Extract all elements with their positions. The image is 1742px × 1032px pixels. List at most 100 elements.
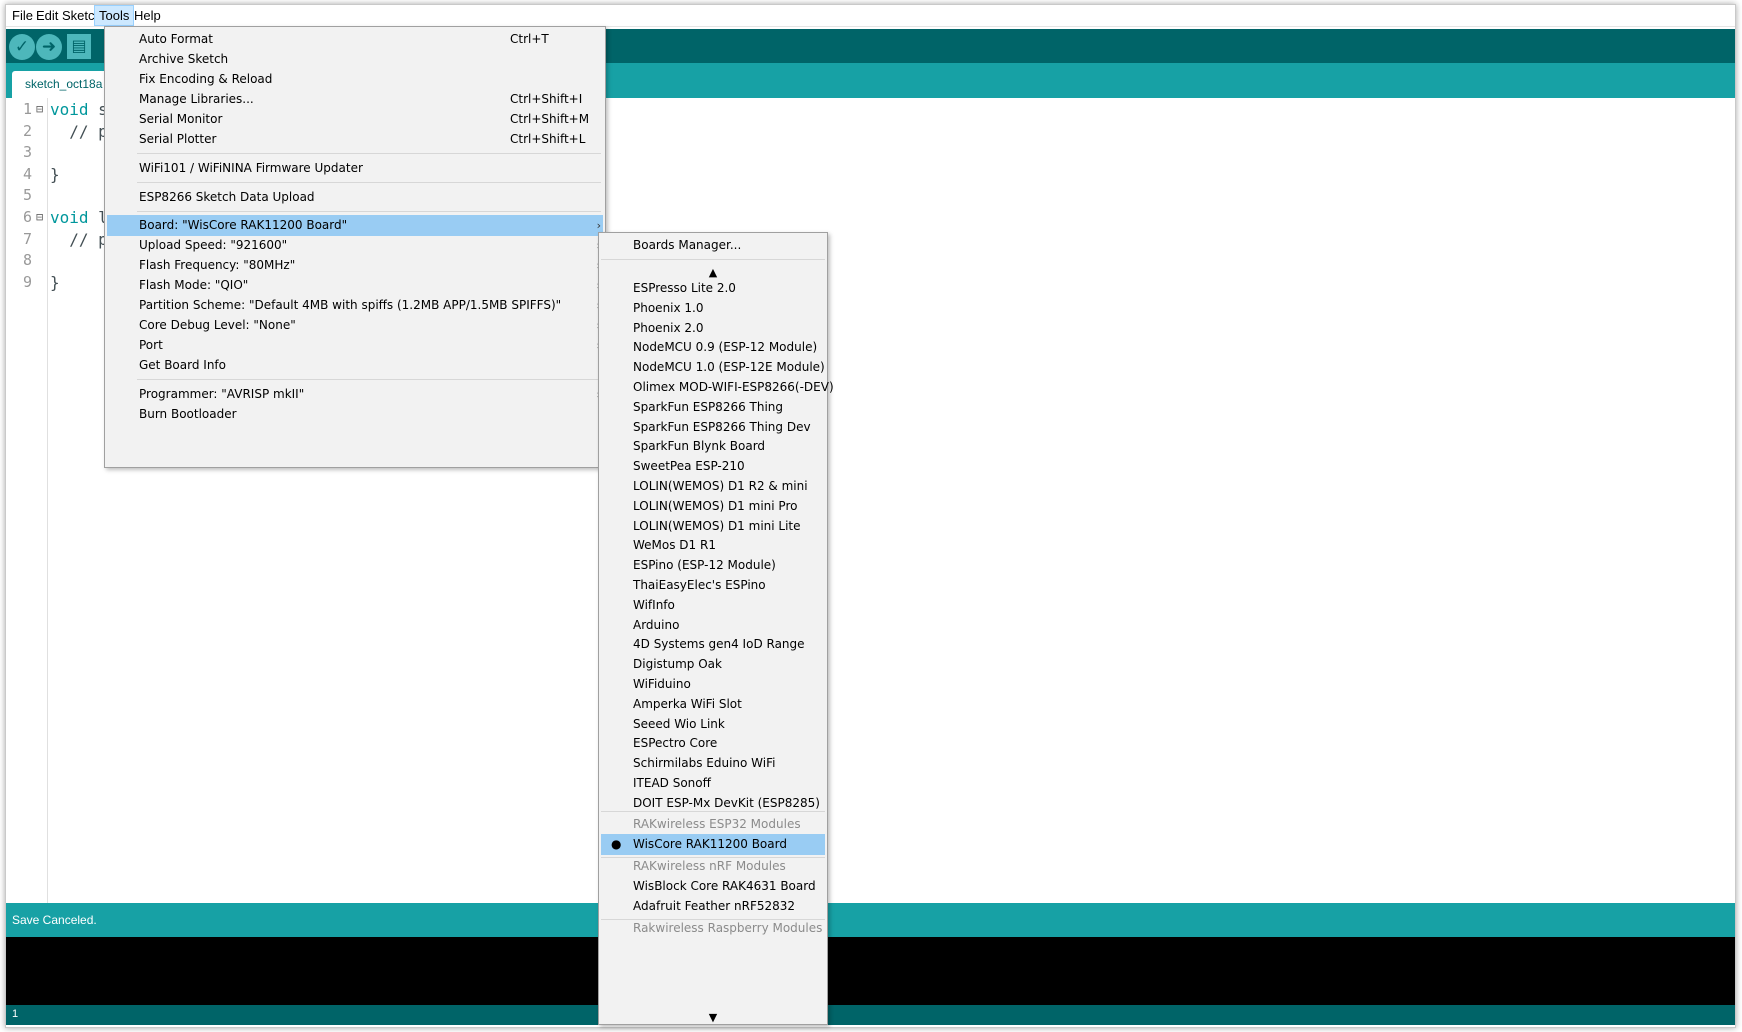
menu-item-board[interactable]: ThaiEasyElec's ESPino xyxy=(601,575,825,596)
menu-item-board[interactable]: 4D Systems gen4 IoD Range xyxy=(601,634,825,655)
group-header-esp32: RAKwireless ESP32 Modules xyxy=(633,817,801,831)
code-line: void l xyxy=(50,208,108,227)
shortcut-label: Ctrl+Shift+M xyxy=(510,112,590,126)
menu-item-board[interactable]: Digistump Oak xyxy=(601,654,825,675)
menu-item-port[interactable]: Port› xyxy=(107,335,603,356)
status-bar: Save Canceled. xyxy=(6,903,1735,937)
menu-item-board[interactable]: ITEAD Sonoff xyxy=(601,773,825,794)
fold-icon[interactable]: ⊟ xyxy=(36,210,43,224)
menu-item-board[interactable]: WeMos D1 R1 xyxy=(601,535,825,556)
menu-item-label: Serial Monitor xyxy=(139,112,223,126)
menu-item-core-debug-level[interactable]: Core Debug Level: "None"› xyxy=(107,315,603,336)
code-line: // p xyxy=(50,122,108,141)
menu-item-label: Board: "WisCore RAK11200 Board" xyxy=(139,218,348,232)
menu-item-label: Flash Mode: "QIO" xyxy=(139,278,249,292)
code-line: // p xyxy=(50,230,108,249)
menu-item-board[interactable]: Adafruit Feather nRF52832 xyxy=(601,896,825,917)
menu-item-auto-format[interactable]: Auto Format Ctrl+T xyxy=(107,29,603,50)
menu-item-label: Get Board Info xyxy=(139,358,226,372)
menu-item-selected-board[interactable]: ● WisCore RAK11200 Board xyxy=(601,834,825,855)
menu-separator xyxy=(137,379,601,380)
upload-button[interactable]: ➜ xyxy=(36,34,62,60)
fold-icon[interactable]: ⊟ xyxy=(36,102,43,116)
menu-item-label: Serial Plotter xyxy=(139,132,217,146)
menu-item-board[interactable]: NodeMCU 0.9 (ESP-12 Module) xyxy=(601,337,825,358)
footer-bar: 1 xyxy=(6,1005,1735,1025)
menu-item-board[interactable]: Schirmilabs Eduino WiFi xyxy=(601,753,825,774)
status-message: Save Canceled. xyxy=(12,913,97,927)
menu-item-boards-manager[interactable]: Boards Manager... xyxy=(601,235,825,256)
menu-item-fix-encoding[interactable]: Fix Encoding & Reload xyxy=(107,69,603,90)
menu-item-board[interactable]: Seeed Wio Link xyxy=(601,714,825,735)
menu-item-label: WiFi101 / WiFiNINA Firmware Updater xyxy=(139,161,363,175)
line-number: 9 xyxy=(23,272,33,291)
menu-item-board[interactable]: Amperka WiFi Slot xyxy=(601,694,825,715)
menu-item-partition-scheme[interactable]: Partition Scheme: "Default 4MB with spif… xyxy=(107,295,603,316)
menu-item-label: Burn Bootloader xyxy=(139,407,237,421)
console-output xyxy=(6,937,1735,1005)
group-header-raspberry: Rakwireless Raspberry Modules xyxy=(633,921,823,935)
menu-item-board[interactable]: Phoenix 1.0 xyxy=(601,298,825,319)
menu-item-board[interactable]: LOLIN(WEMOS) D1 R2 & mini xyxy=(601,476,825,497)
code-text: } xyxy=(50,272,60,292)
menu-item-board[interactable]: Arduino xyxy=(601,615,825,636)
menu-tools[interactable]: Tools xyxy=(94,5,135,26)
menu-item-label: Core Debug Level: "None" xyxy=(139,318,296,332)
verify-button[interactable]: ✓ xyxy=(9,34,35,60)
menu-item-board[interactable]: SparkFun ESP8266 Thing Dev xyxy=(601,417,825,438)
arduino-ide-window: File Edit Sketch Tools Help ✓ ➜ ▤ sketch… xyxy=(0,0,1742,1032)
new-button[interactable]: ▤ xyxy=(67,34,91,59)
scroll-down-arrow-icon[interactable]: ▼ xyxy=(599,1011,827,1024)
shortcut-label: Ctrl+T xyxy=(510,32,549,46)
menu-item-board[interactable]: LOLIN(WEMOS) D1 mini Lite xyxy=(601,516,825,537)
menu-item-label: Upload Speed: "921600" xyxy=(139,238,288,252)
menu-item-board[interactable]: SparkFun Blynk Board xyxy=(601,436,825,457)
menu-separator xyxy=(137,211,601,212)
menu-help[interactable]: Help xyxy=(130,6,165,25)
board-submenu: Boards Manager... ▲ ESPresso Lite 2.0 Pho… xyxy=(598,232,834,1025)
menu-item-board[interactable]: ESPino (ESP-12 Module) xyxy=(601,555,825,576)
code-keyword: void xyxy=(50,208,89,227)
menu-item-label: Fix Encoding & Reload xyxy=(139,72,273,86)
check-icon: ✓ xyxy=(14,37,30,56)
menu-item-flash-frequency[interactable]: Flash Frequency: "80MHz"› xyxy=(107,255,603,276)
menu-separator xyxy=(137,153,601,154)
menu-item-flash-mode[interactable]: Flash Mode: "QIO"› xyxy=(107,275,603,296)
menu-item-board[interactable]: ESPresso Lite 2.0 xyxy=(601,278,825,299)
menu-item-label: Partition Scheme: "Default 4MB with spif… xyxy=(139,298,562,312)
menu-item-board[interactable]: Olimex MOD-WIFI-ESP8266(-DEV) xyxy=(601,377,834,398)
board-label: WisCore RAK11200 Board xyxy=(633,837,787,851)
menu-item-label: Auto Format xyxy=(139,32,213,46)
menu-item-get-board-info[interactable]: Get Board Info xyxy=(107,355,603,376)
menu-item-archive-sketch[interactable]: Archive Sketch xyxy=(107,49,603,70)
menu-item-board[interactable]: SweetPea ESP-210 xyxy=(601,456,825,477)
line-number: 2 xyxy=(23,121,33,140)
menu-item-programmer[interactable]: Programmer: "AVRISP mkII"› xyxy=(107,384,603,405)
group-header-nrf: RAKwireless nRF Modules xyxy=(633,859,786,873)
menu-item-board[interactable]: WifInfo xyxy=(601,595,825,616)
menu-item-board[interactable]: Phoenix 2.0 xyxy=(601,318,825,339)
menu-item-board[interactable]: WiFiduino xyxy=(601,674,825,695)
menu-item-upload-speed[interactable]: Upload Speed: "921600"› xyxy=(107,235,603,256)
shortcut-label: Ctrl+Shift+I xyxy=(510,92,583,106)
menu-item-board[interactable]: WisBlock Core RAK4631 Board xyxy=(601,876,825,897)
menu-item-label: Manage Libraries... xyxy=(139,92,254,106)
menu-item-serial-monitor[interactable]: Serial Monitor Ctrl+Shift+M xyxy=(107,109,603,130)
menu-item-board[interactable]: NodeMCU 1.0 (ESP-12E Module) xyxy=(601,357,825,378)
menu-item-burn-bootloader[interactable]: Burn Bootloader xyxy=(107,404,603,425)
menu-item-board[interactable]: LOLIN(WEMOS) D1 mini Pro xyxy=(601,496,825,517)
menu-item-serial-plotter[interactable]: Serial Plotter Ctrl+Shift+L xyxy=(107,129,603,150)
line-number: 8 xyxy=(23,251,33,270)
line-number: 5 xyxy=(23,186,33,205)
tab-sketch[interactable]: sketch_oct18a xyxy=(12,71,112,98)
new-file-icon: ▤ xyxy=(71,38,87,55)
menu-item-firmware-updater[interactable]: WiFi101 / WiFiNINA Firmware Updater xyxy=(107,158,603,179)
menu-item-board[interactable]: Board: "WisCore RAK11200 Board" › xyxy=(107,215,603,236)
code-line: } xyxy=(50,165,60,184)
menu-item-label: Archive Sketch xyxy=(139,52,229,66)
menu-item-board[interactable]: ESPectro Core xyxy=(601,733,825,754)
menu-item-manage-libraries[interactable]: Manage Libraries... Ctrl+Shift+I xyxy=(107,89,603,110)
line-number: 4 xyxy=(23,164,33,183)
menu-item-board[interactable]: SparkFun ESP8266 Thing xyxy=(601,397,825,418)
menu-item-esp8266-data-upload[interactable]: ESP8266 Sketch Data Upload xyxy=(107,187,603,208)
